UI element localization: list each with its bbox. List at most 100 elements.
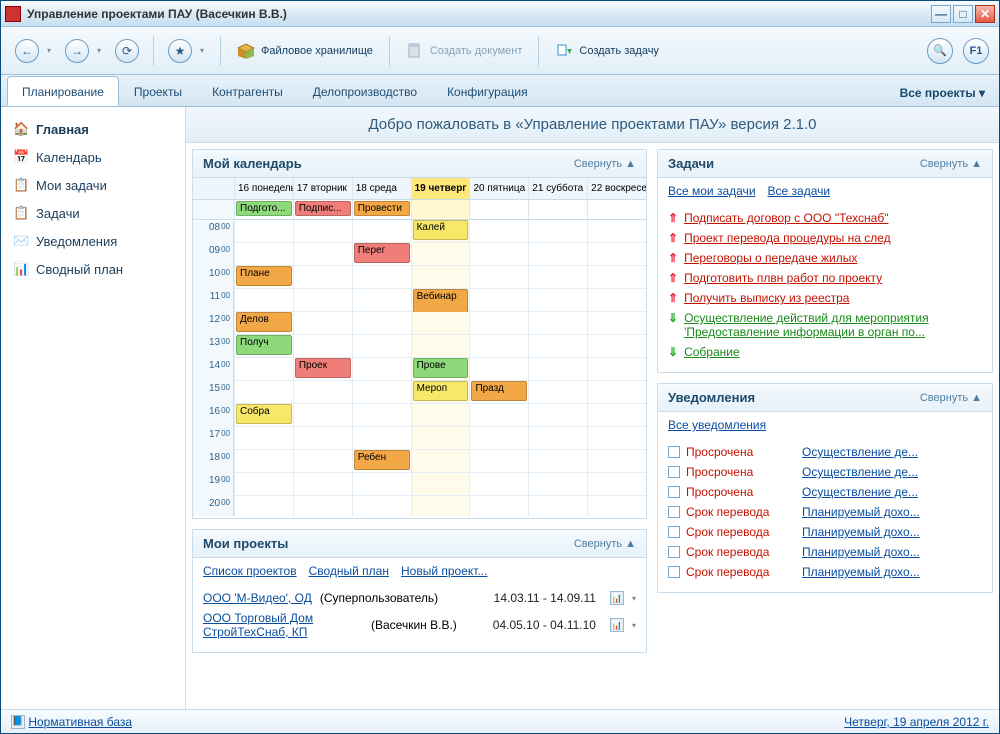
calendar-cell[interactable]: [528, 220, 587, 243]
calendar-event[interactable]: Проек: [295, 358, 351, 378]
back-button[interactable]: ←: [11, 35, 43, 67]
calendar-cell[interactable]: [411, 312, 470, 335]
sidebar-item-1[interactable]: 📅Календарь: [9, 143, 177, 171]
calendar-event[interactable]: Получ: [236, 335, 292, 355]
calendar-cell[interactable]: [234, 358, 293, 381]
calendar-cell[interactable]: [469, 404, 528, 427]
sidebar-item-2[interactable]: 📋Мои задачи: [9, 171, 177, 199]
calendar-cell[interactable]: [293, 404, 352, 427]
calendar-cell[interactable]: [411, 427, 470, 450]
sidebar-item-3[interactable]: 📋Задачи: [9, 199, 177, 227]
notification-checkbox[interactable]: [668, 466, 680, 478]
collapse-button[interactable]: Свернуть ▲: [574, 538, 636, 550]
calendar-cell[interactable]: [352, 427, 411, 450]
notification-link[interactable]: Планируемый дохо...: [802, 525, 982, 539]
calendar-cell[interactable]: Получ: [234, 335, 293, 358]
calendar-cell[interactable]: [411, 243, 470, 266]
tab-3[interactable]: Делопроизводство: [298, 76, 432, 106]
calendar-cell[interactable]: [411, 335, 470, 358]
allday-cell[interactable]: [411, 200, 470, 219]
notification-checkbox[interactable]: [668, 506, 680, 518]
calendar-cell[interactable]: [587, 404, 646, 427]
day-header[interactable]: 21 суббота: [528, 178, 587, 199]
sidebar-item-5[interactable]: 📊Сводный план: [9, 255, 177, 283]
calendar-cell[interactable]: [587, 496, 646, 516]
calendar-cell[interactable]: [469, 289, 528, 312]
allday-event[interactable]: Подпис...: [295, 201, 351, 216]
calendar-cell[interactable]: [352, 496, 411, 516]
notification-checkbox[interactable]: [668, 446, 680, 458]
day-header[interactable]: 20 пятница: [469, 178, 528, 199]
project-quick-link[interactable]: Новый проект...: [401, 564, 487, 578]
calendar-cell[interactable]: [234, 427, 293, 450]
calendar-cell[interactable]: [587, 381, 646, 404]
calendar-cell[interactable]: Ребен: [352, 450, 411, 473]
calendar-cell[interactable]: Калей: [411, 220, 470, 243]
calendar-cell[interactable]: [293, 243, 352, 266]
allday-event[interactable]: Провести: [354, 201, 410, 216]
task-link[interactable]: Получить выписку из реестра: [684, 291, 849, 305]
calendar-cell[interactable]: [293, 312, 352, 335]
back-history-dropdown[interactable]: ▾: [47, 46, 57, 55]
calendar-cell[interactable]: [469, 358, 528, 381]
calendar-cell[interactable]: [528, 450, 587, 473]
calendar-cell[interactable]: [352, 381, 411, 404]
tab-2[interactable]: Контрагенты: [197, 76, 298, 106]
calendar-cell[interactable]: [293, 450, 352, 473]
search-button[interactable]: 🔍: [927, 38, 953, 64]
calendar-cell[interactable]: [528, 427, 587, 450]
notification-link[interactable]: Осуществление де...: [802, 465, 982, 479]
calendar-cell[interactable]: [587, 220, 646, 243]
calendar-cell[interactable]: Собра: [234, 404, 293, 427]
calendar-cell[interactable]: [293, 289, 352, 312]
all-notifications-link[interactable]: Все уведомления: [668, 418, 766, 432]
calendar-cell[interactable]: [587, 450, 646, 473]
forward-history-dropdown[interactable]: ▾: [97, 46, 107, 55]
calendar-cell[interactable]: [411, 404, 470, 427]
favorite-dropdown[interactable]: ▾: [200, 46, 210, 55]
calendar-cell[interactable]: [587, 427, 646, 450]
calendar-cell[interactable]: [293, 266, 352, 289]
calendar-cell[interactable]: [293, 496, 352, 516]
calendar-cell[interactable]: [234, 473, 293, 496]
maximize-button[interactable]: □: [953, 5, 973, 23]
calendar-cell[interactable]: [352, 266, 411, 289]
calendar-cell[interactable]: [352, 358, 411, 381]
forward-button[interactable]: →: [61, 35, 93, 67]
help-button[interactable]: F1: [963, 38, 989, 64]
notification-checkbox[interactable]: [668, 546, 680, 558]
collapse-button[interactable]: Свернуть ▲: [920, 158, 982, 170]
calendar-cell[interactable]: [469, 312, 528, 335]
calendar-cell[interactable]: Делов: [234, 312, 293, 335]
sidebar-item-4[interactable]: ✉️Уведомления: [9, 227, 177, 255]
allday-cell[interactable]: Подгото...: [234, 200, 293, 219]
allday-cell[interactable]: Провести: [352, 200, 411, 219]
calendar-cell[interactable]: [352, 289, 411, 312]
favorite-button[interactable]: ★: [164, 35, 196, 67]
close-button[interactable]: ✕: [975, 5, 995, 23]
calendar-cell[interactable]: [587, 266, 646, 289]
calendar-cell[interactable]: [411, 473, 470, 496]
chart-icon[interactable]: 📊: [610, 591, 624, 605]
calendar-cell[interactable]: [528, 289, 587, 312]
calendar-cell[interactable]: Празд: [469, 381, 528, 404]
calendar-cell[interactable]: Перег: [352, 243, 411, 266]
notification-checkbox[interactable]: [668, 486, 680, 498]
calendar-event[interactable]: Калей: [413, 220, 469, 240]
calendar-event[interactable]: Прове: [413, 358, 469, 378]
create-task-button[interactable]: Создать задачу: [549, 38, 665, 64]
calendar-event[interactable]: Плане: [236, 266, 292, 286]
task-link[interactable]: Подписать договор с ООО "Техснаб": [684, 211, 888, 225]
calendar-cell[interactable]: Вебинар: [411, 289, 470, 312]
all-projects-dropdown[interactable]: Все проекты ▾: [892, 80, 993, 106]
calendar-cell[interactable]: [528, 473, 587, 496]
allday-cell[interactable]: [528, 200, 587, 219]
notification-link[interactable]: Осуществление де...: [802, 485, 982, 499]
project-link[interactable]: ООО 'М-Видео', ОД: [203, 591, 312, 605]
calendar-cell[interactable]: [411, 450, 470, 473]
calendar-cell[interactable]: [234, 450, 293, 473]
calendar-cell[interactable]: [234, 220, 293, 243]
task-quick-link[interactable]: Все задачи: [768, 184, 831, 198]
project-quick-link[interactable]: Список проектов: [203, 564, 297, 578]
calendar-cell[interactable]: Проек: [293, 358, 352, 381]
